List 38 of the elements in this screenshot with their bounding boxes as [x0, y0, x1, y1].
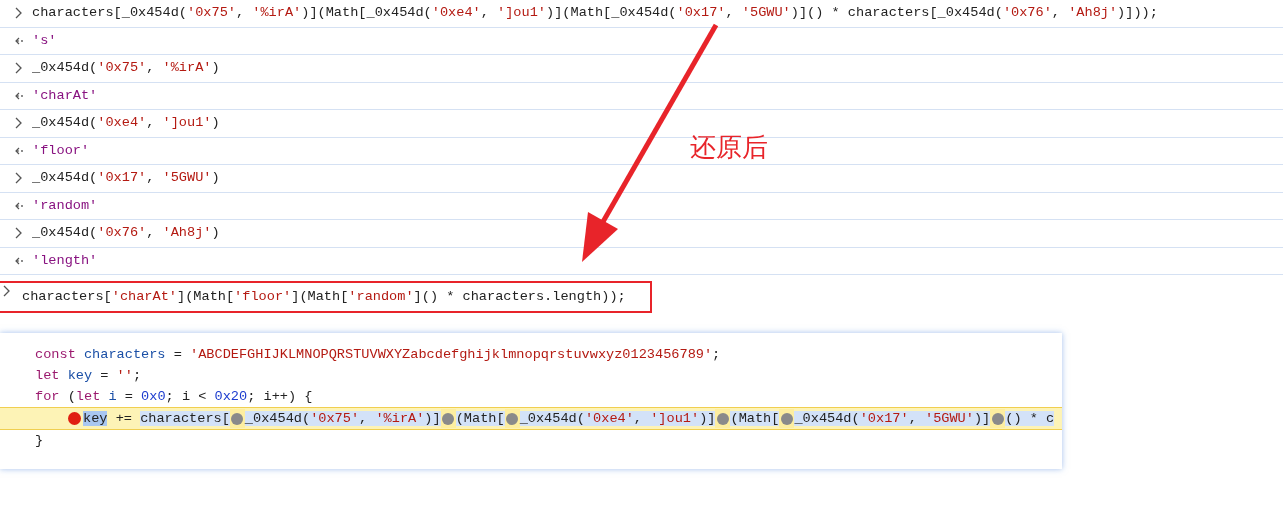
- prompt-icon: [14, 117, 24, 130]
- prompt-icon: [14, 227, 24, 240]
- result-text: 'length': [32, 251, 98, 270]
- command-text: characters['charAt'](Math['floor'](Math['random']() * characters.length));: [22, 288, 626, 306]
- command-text: _0x454d('0x17', '5GWU'): [32, 169, 220, 188]
- result-arrow-icon: [14, 90, 24, 101]
- command-text: characters[_0x454d('0x75', '%irA')](Math[_0x454d('0xe4', ']ou1')](Math[_0x454d('0x17', '5GWU')]() * characters[_0x454d('0x76', 'Ah8j')]));: [32, 4, 1158, 23]
- code-text: _0x454d('0x75', '%irA')]: [244, 409, 441, 428]
- inline-breakpoint-icon[interactable]: [715, 409, 731, 428]
- result-arrow-icon: [14, 145, 24, 156]
- code-text: (Math[: [730, 409, 780, 428]
- command-text: _0x454d('0x76', 'Ah8j'): [32, 224, 220, 243]
- code-text: _0x454d('0x17', '5GWU')]: [794, 409, 991, 428]
- annotation-label: 还原后: [690, 131, 768, 164]
- code-text: () * c: [1005, 409, 1055, 428]
- command-text: _0x454d('0xe4', ']ou1'): [32, 114, 220, 133]
- code-text: (Math[: [455, 409, 505, 428]
- prompt-icon: [14, 7, 24, 20]
- result-arrow-icon: [14, 35, 24, 46]
- code-text: }: [35, 431, 44, 450]
- prompt-icon: [14, 172, 24, 185]
- result-text: 'floor': [32, 141, 90, 160]
- result-text: 's': [32, 31, 57, 50]
- result-text: 'charAt': [32, 86, 98, 105]
- result-arrow-icon: [14, 200, 24, 211]
- code-text: key += characters[: [83, 409, 230, 428]
- inline-breakpoint-icon[interactable]: [779, 409, 795, 428]
- breakpoint-icon[interactable]: [68, 412, 81, 425]
- code-text: _0x454d('0xe4', ']ou1')]: [519, 409, 716, 428]
- inline-breakpoint-icon[interactable]: [990, 409, 1006, 428]
- prompt-icon: [14, 62, 24, 75]
- code-text: const characters = 'ABCDEFGHIJKLMNOPQRSTUVWXYZabcdefghijklmnopqrstuvwxyz0123456789';: [35, 345, 721, 364]
- command-text: _0x454d('0x75', '%irA'): [32, 59, 220, 78]
- prompt-icon: [2, 285, 12, 297]
- code-text: for (let i = 0x0; i < 0x20; i++) {: [35, 387, 313, 406]
- code-text: let key = '';: [35, 366, 142, 385]
- result-text: 'random': [32, 196, 98, 215]
- result-arrow-icon: [14, 255, 24, 266]
